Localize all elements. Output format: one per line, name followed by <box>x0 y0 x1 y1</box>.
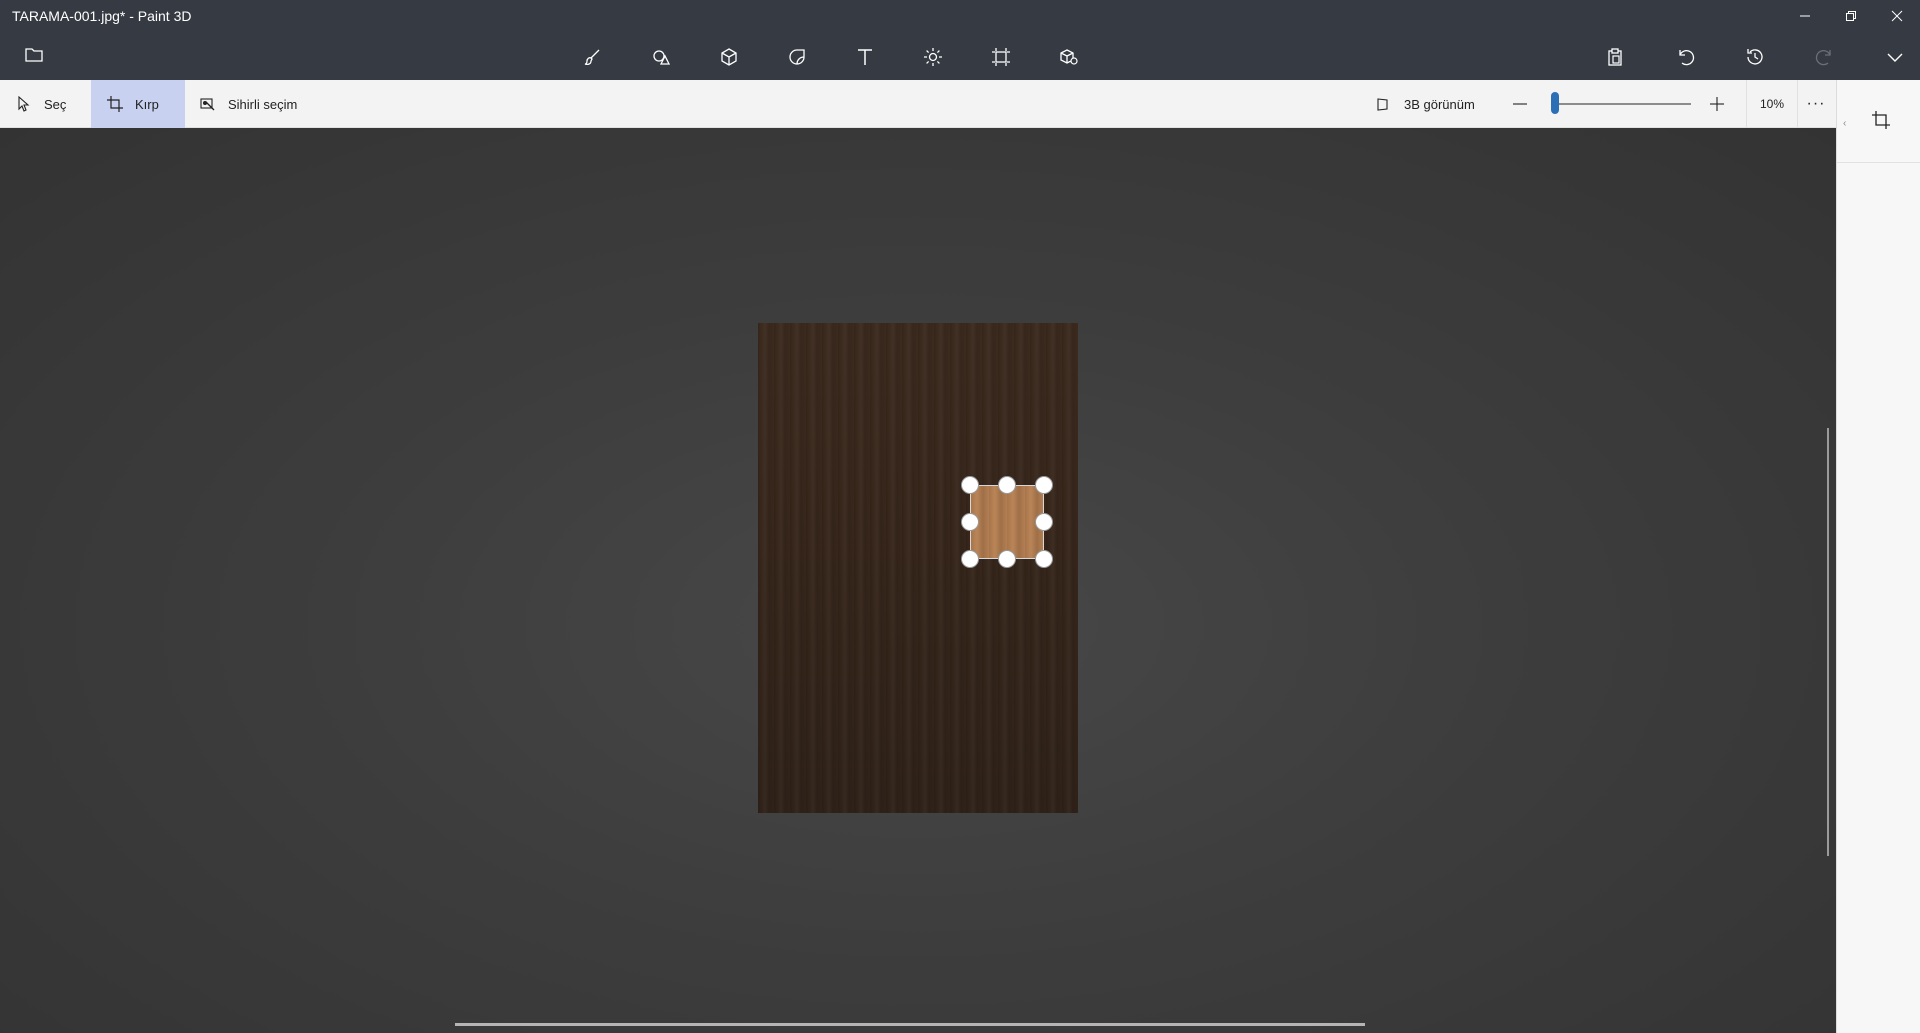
close-icon <box>1891 10 1903 22</box>
crop-icon <box>107 96 123 112</box>
redo-icon <box>1815 49 1831 66</box>
side-panel: ‹ <box>1836 80 1920 1033</box>
plus-icon <box>1710 97 1724 111</box>
crop-handle-left[interactable] <box>961 513 979 531</box>
3d-view-button[interactable]: 3B görünüm <box>1376 80 1475 128</box>
crop-icon <box>1872 111 1890 129</box>
image-canvas[interactable] <box>758 323 1078 813</box>
minimize-icon <box>1800 15 1810 17</box>
3d-view-label: 3B görünüm <box>1404 96 1475 112</box>
minimize-button[interactable] <box>1782 0 1828 32</box>
crop-handle-bottom[interactable] <box>998 550 1016 568</box>
tool-2d-shapes[interactable] <box>648 44 674 70</box>
tool-3d-shapes[interactable] <box>716 44 742 70</box>
crop-handle-top[interactable] <box>998 476 1016 494</box>
tool-effects[interactable] <box>920 44 946 70</box>
tool-text[interactable] <box>852 44 878 70</box>
cube-icon <box>721 48 737 66</box>
history-button[interactable] <box>1742 44 1768 70</box>
crop-selection[interactable] <box>970 485 1044 559</box>
3d-view-icon <box>1377 98 1388 111</box>
zoom-out-button[interactable] <box>1512 80 1540 128</box>
crop-handle-bottom-left[interactable] <box>961 550 979 568</box>
panel-divider <box>1837 162 1920 163</box>
window-title: TARAMA-001.jpg* - Paint 3D <box>12 8 192 24</box>
more-options-button[interactable]: ··· <box>1800 80 1832 128</box>
window-controls <box>1782 0 1920 32</box>
text-icon <box>858 49 872 65</box>
zoom-slider-track[interactable] <box>1553 103 1691 105</box>
magic-select-label: Sihirli seçim <box>228 96 298 112</box>
crop-handle-top-left[interactable] <box>961 476 979 494</box>
history-icon <box>1747 49 1763 65</box>
tool-canvas[interactable] <box>988 44 1014 70</box>
pointer-icon <box>18 96 30 112</box>
minus-icon <box>1513 103 1527 105</box>
chevron-down-icon <box>1887 53 1903 62</box>
crop-button[interactable]: Kırp <box>91 80 185 128</box>
clipboard-icon <box>1608 48 1622 66</box>
magic-select-button[interactable]: Sihirli seçim <box>200 80 297 128</box>
tool-brushes[interactable] <box>580 44 606 70</box>
restore-icon <box>1846 11 1856 21</box>
tool-stickers[interactable] <box>784 44 810 70</box>
undo-icon <box>1679 49 1695 66</box>
main-toolset <box>580 44 1082 70</box>
history-tools <box>1602 44 1908 70</box>
magic-select-icon <box>200 98 215 111</box>
close-button[interactable] <box>1874 0 1920 32</box>
vertical-scrollbar[interactable] <box>1827 428 1829 856</box>
select-label: Seç <box>44 96 67 112</box>
crop-handle-right[interactable] <box>1035 513 1053 531</box>
brush-icon <box>584 49 600 66</box>
menu-button[interactable] <box>22 46 46 64</box>
horizontal-scrollbar[interactable] <box>455 1023 1365 1026</box>
sticker-icon <box>789 49 805 65</box>
paste-button[interactable] <box>1602 44 1628 70</box>
zoom-slider-thumb[interactable] <box>1551 92 1559 114</box>
canvas-icon <box>992 48 1010 66</box>
select-button[interactable]: Seç <box>16 80 66 128</box>
2d-shapes-icon <box>653 50 671 65</box>
folder-icon <box>25 48 43 62</box>
zoom-value[interactable]: 10% <box>1746 80 1798 128</box>
sun-icon <box>924 48 942 66</box>
crop-handle-top-right[interactable] <box>1035 476 1053 494</box>
3d-library-icon <box>1060 49 1078 65</box>
expand-button[interactable] <box>1882 44 1908 70</box>
undo-button[interactable] <box>1672 44 1698 70</box>
zoom-in-button[interactable] <box>1709 80 1737 128</box>
restore-button[interactable] <box>1828 0 1874 32</box>
crop-handle-bottom-right[interactable] <box>1035 550 1053 568</box>
tool-3d-library[interactable] <box>1056 44 1082 70</box>
title-bar: TARAMA-001.jpg* - Paint 3D <box>0 0 1920 80</box>
redo-button <box>1812 44 1838 70</box>
crop-label: Kırp <box>135 96 159 112</box>
canvas-workspace[interactable] <box>0 128 1836 1033</box>
collapse-panel-icon[interactable]: ‹ <box>1843 118 1846 129</box>
